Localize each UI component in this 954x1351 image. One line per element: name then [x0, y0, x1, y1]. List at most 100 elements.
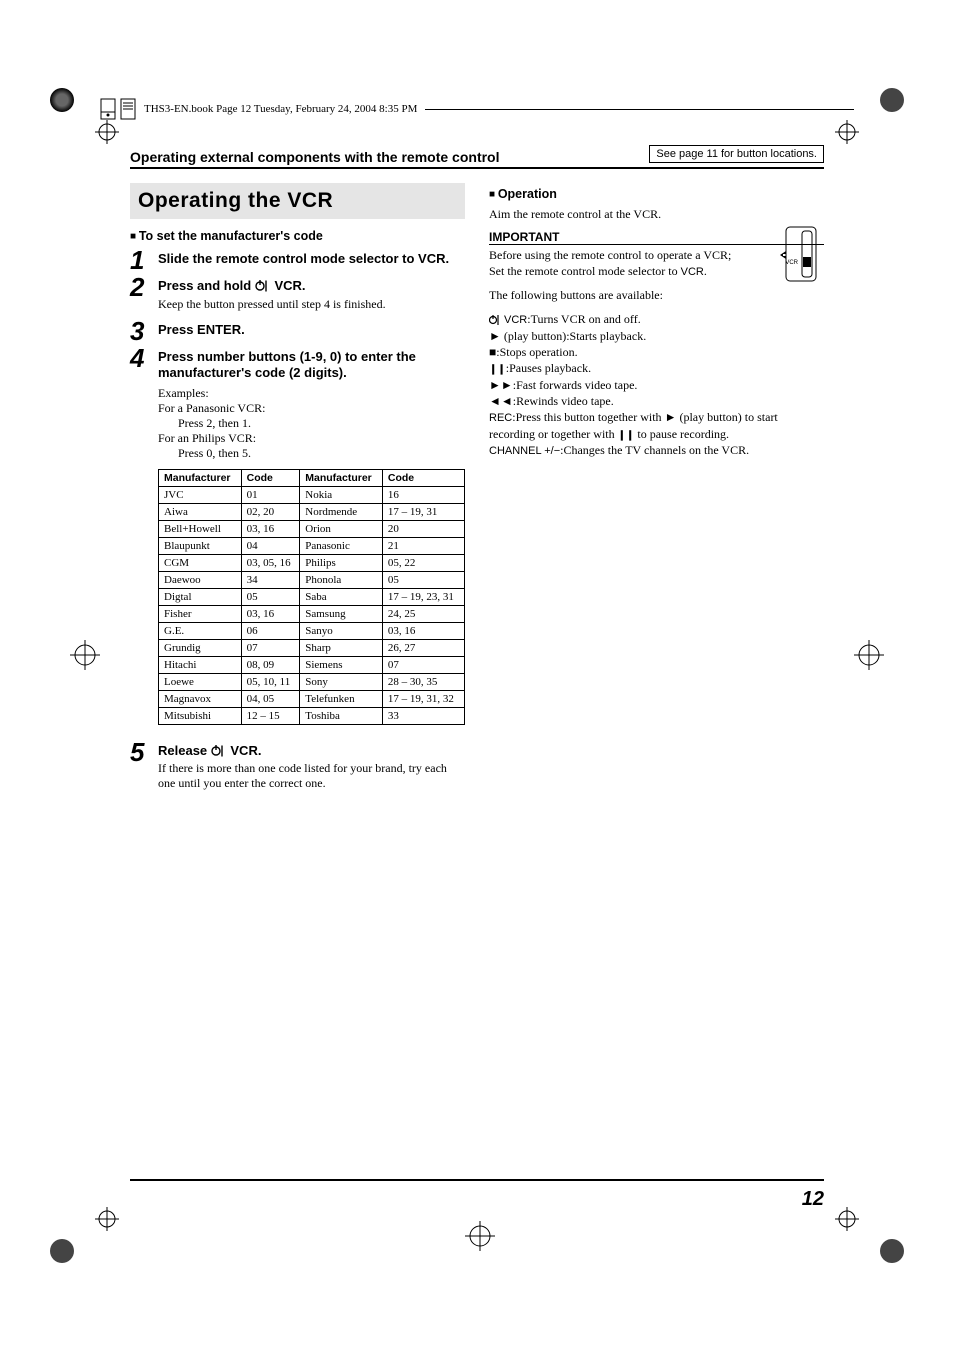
- step-2-para: Keep the button pressed until step 4 is …: [158, 297, 465, 312]
- col-header: Manufac­turer: [159, 469, 242, 486]
- following-text: The following buttons are available:: [489, 288, 824, 303]
- col-header: Code: [241, 469, 300, 486]
- footer-rule: [130, 1179, 824, 1181]
- table-cell: Toshiba: [300, 707, 383, 724]
- step-4: 4 Press number buttons (1-9, 0) to enter…: [130, 347, 465, 382]
- col-header: Code: [382, 469, 464, 486]
- btn-stop: ■:Stops operation.: [489, 344, 824, 360]
- table-cell: Fisher: [159, 605, 242, 622]
- registration-mark-tl: [95, 120, 119, 144]
- step-1: 1 Slide the remote control mode selector…: [130, 249, 465, 272]
- section-title: Operating external components with the r…: [130, 149, 500, 165]
- standby-icon: [489, 315, 501, 325]
- example-philips-code: Press 0, then 5.: [178, 446, 465, 461]
- table-cell: Sanyo: [300, 622, 383, 639]
- page-number: 12: [802, 1188, 824, 1211]
- table-row: Daewoo34Phonola05: [159, 571, 465, 588]
- table-row: Mitsubishi12 – 15Toshiba33: [159, 707, 465, 724]
- step-1-title: Slide the remote control mode selector t…: [158, 251, 465, 267]
- crop-mark-br: [868, 1227, 904, 1263]
- btn-rew: ◄◄:Rewinds video tape.: [489, 393, 824, 409]
- crop-mark-bl: [50, 1227, 86, 1263]
- examples-block: Examples: For a Panasonic VCR: Press 2, …: [158, 386, 465, 461]
- example-philips: For an Philips VCR:: [158, 431, 465, 446]
- crop-mark-tr: [868, 88, 904, 124]
- table-row: Digtal05Saba17 – 19, 23, 31: [159, 588, 465, 605]
- step-4-title: Press number buttons (1-9, 0) to enter t…: [158, 349, 465, 382]
- table-cell: G.E.: [159, 622, 242, 639]
- table-cell: Nordmende: [300, 503, 383, 520]
- table-header-row: Manufac­turer Code Manufac­turer Code: [159, 469, 465, 486]
- step-5-title: Release VCR.: [158, 743, 465, 759]
- table-cell: 03, 16: [241, 605, 300, 622]
- btn-pause: ❙❙:Pauses playback.: [489, 360, 824, 377]
- step-number: 2: [130, 276, 158, 299]
- book-line-text: THS3-EN.book Page 12 Tuesday, February 2…: [144, 103, 417, 115]
- table-row: JVC01Nokia16: [159, 486, 465, 503]
- table-cell: 28 – 30, 35: [382, 673, 464, 690]
- table-cell: Nokia: [300, 486, 383, 503]
- header-note-box: See page 11 for button locations.: [649, 145, 824, 163]
- table-cell: 08, 09: [241, 656, 300, 673]
- table-cell: Sharp: [300, 639, 383, 656]
- table-cell: Magnavox: [159, 690, 242, 707]
- table-cell: 20: [382, 520, 464, 537]
- table-cell: 07: [241, 639, 300, 656]
- table-cell: Samsung: [300, 605, 383, 622]
- button-list: VCR:Turns VCR on and off. ► (play button…: [489, 311, 824, 459]
- table-cell: 24, 25: [382, 605, 464, 622]
- table-cell: 26, 27: [382, 639, 464, 656]
- table-cell: JVC: [159, 486, 242, 503]
- standby-icon: [255, 280, 271, 292]
- table-cell: 12 – 15: [241, 707, 300, 724]
- important-text: Before using the remote control to opera…: [489, 247, 824, 280]
- registration-mark-right: [854, 640, 884, 670]
- table-cell: Digtal: [159, 588, 242, 605]
- table-cell: 17 – 19, 23, 31: [382, 588, 464, 605]
- btn-vcr-power: VCR:Turns VCR on and off.: [489, 311, 824, 328]
- table-cell: 04, 05: [241, 690, 300, 707]
- table-row: CGM03, 05, 16Philips05, 22: [159, 554, 465, 571]
- table-cell: Grundig: [159, 639, 242, 656]
- mode-selector-illustration: VCR: [778, 225, 824, 283]
- table-row: Blaupunkt04Panasonic21: [159, 537, 465, 554]
- step-5-para: If there is more than one code listed fo…: [158, 761, 465, 791]
- step-5: 5 Release VCR. If there is more than one…: [130, 741, 465, 795]
- table-cell: 33: [382, 707, 464, 724]
- table-cell: 03, 16: [241, 520, 300, 537]
- table-cell: 05, 10, 11: [241, 673, 300, 690]
- book-icon: [100, 98, 116, 120]
- example-panasonic-code: Press 2, then 1.: [178, 416, 465, 431]
- step-number: 4: [130, 347, 158, 370]
- btn-play: ► (play button):Starts playback.: [489, 328, 824, 344]
- btn-channel: CHANNEL +/−:Changes the TV channels on t…: [489, 442, 824, 459]
- step-3-title: Press ENTER.: [158, 322, 465, 338]
- operation-heading: Operation: [505, 187, 824, 201]
- registration-mark-br2: [835, 1207, 859, 1231]
- table-cell: Siemens: [300, 656, 383, 673]
- table-cell: 07: [382, 656, 464, 673]
- btn-rec: REC:Press this button together with ► (p…: [489, 409, 824, 442]
- table-cell: Saba: [300, 588, 383, 605]
- step-number: 3: [130, 320, 158, 343]
- btn-ff: ►►:Fast forwards video tape.: [489, 377, 824, 393]
- step-number: 5: [130, 741, 158, 764]
- registration-mark-bottom: [465, 1221, 495, 1251]
- table-cell: Orion: [300, 520, 383, 537]
- table-row: Loewe05, 10, 11Sony28 – 30, 35: [159, 673, 465, 690]
- table-cell: 06: [241, 622, 300, 639]
- table-cell: 03, 16: [382, 622, 464, 639]
- topic-title: Operating the VCR: [138, 189, 457, 213]
- aim-text: Aim the remote control at the VCR.: [489, 207, 824, 222]
- step-number: 1: [130, 249, 158, 272]
- table-cell: 16: [382, 486, 464, 503]
- table-row: G.E.06Sanyo03, 16: [159, 622, 465, 639]
- registration-mark-left: [70, 640, 100, 670]
- table-cell: Hitachi: [159, 656, 242, 673]
- manufacturer-code-table: Manufac­turer Code Manufac­turer Code JV…: [158, 469, 465, 725]
- table-cell: Panasonic: [300, 537, 383, 554]
- standby-icon: [211, 745, 227, 757]
- table-cell: 02, 20: [241, 503, 300, 520]
- table-cell: Loewe: [159, 673, 242, 690]
- example-panasonic: For a Panasonic VCR:: [158, 401, 465, 416]
